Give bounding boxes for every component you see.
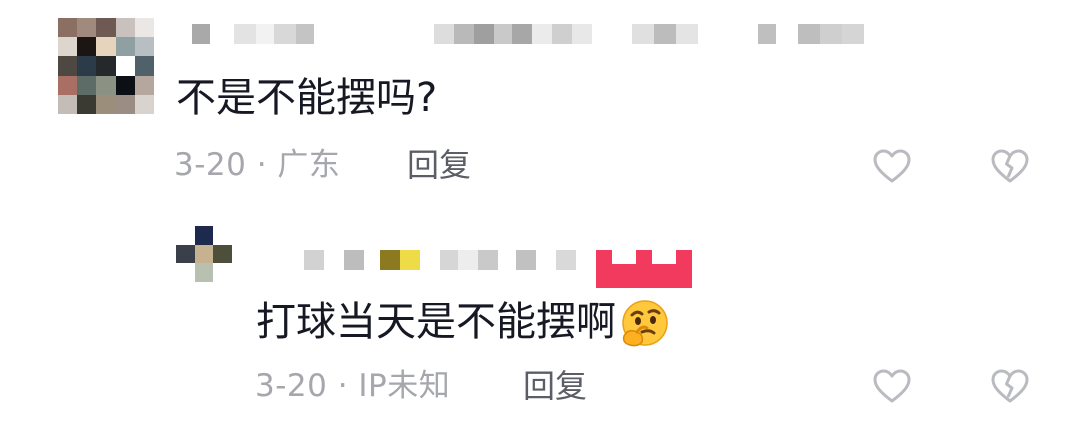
avatar-mosaic-cell — [134, 75, 154, 95]
username-mosaic-block — [434, 24, 454, 44]
avatar-mosaic-cell — [96, 56, 116, 76]
avatar-mosaic-cell — [58, 37, 78, 57]
avatar-mosaic-cell — [77, 75, 97, 95]
username-mosaic-block — [572, 24, 592, 44]
avatar-mosaic-cell — [194, 263, 214, 282]
username-mosaic-block — [210, 24, 234, 44]
reply-date-location: 3-20 · IP未知 — [255, 368, 451, 404]
avatar-mosaic-cell — [96, 75, 116, 95]
heart-outline-icon[interactable] — [872, 367, 912, 407]
username-mosaic-block — [820, 24, 842, 44]
username-mosaic-block — [494, 24, 512, 44]
username-mosaic-block — [536, 250, 556, 270]
username-mosaic-block — [632, 24, 654, 44]
username-mosaic-block — [344, 250, 364, 270]
avatar-mosaic-cell — [115, 75, 135, 95]
username-mosaic-block — [314, 24, 434, 44]
username-mosaic-block — [798, 24, 820, 44]
username-mosaic-block — [234, 24, 256, 44]
avatar-mosaic-cell — [213, 244, 232, 264]
username-mosaic-block — [324, 250, 344, 270]
avatar-mosaic-cell — [77, 18, 97, 38]
reply-to-reply-button[interactable]: 回复 — [523, 370, 587, 402]
avatar-mosaic-cell — [58, 56, 78, 76]
avatar-mosaic-cell — [134, 37, 154, 57]
avatar-mosaic-cell — [134, 18, 154, 38]
username-mosaic-block — [400, 250, 420, 270]
avatar-mosaic-cell — [77, 94, 97, 114]
avatar-mosaic-cell — [176, 244, 195, 264]
username-mosaic-block — [698, 24, 758, 44]
username-mosaic-block — [592, 24, 632, 44]
username-mosaic-block — [192, 24, 210, 44]
broken-heart-outline-icon[interactable] — [990, 367, 1030, 407]
username-mosaic-block — [842, 24, 864, 44]
username-mosaic-block — [532, 24, 552, 44]
username-mosaic-block — [516, 250, 536, 270]
reply-commenter-username-blurred[interactable] — [244, 250, 576, 270]
username-mosaic-block — [478, 250, 498, 270]
commenter-avatar[interactable] — [58, 18, 154, 114]
avatar-mosaic-cell — [176, 226, 195, 245]
username-mosaic-block — [512, 24, 532, 44]
username-mosaic-block — [654, 24, 676, 44]
username-mosaic-block — [676, 24, 698, 44]
username-mosaic-block — [244, 250, 304, 270]
reply-commenter-avatar[interactable] — [176, 226, 232, 282]
reply-button[interactable]: 回复 — [407, 149, 471, 181]
avatar-mosaic-cell — [115, 94, 135, 114]
avatar-mosaic-cell — [134, 56, 154, 76]
username-mosaic-block — [304, 250, 324, 270]
commenter-username-blurred[interactable] — [192, 24, 864, 44]
username-mosaic-block — [776, 24, 798, 44]
avatar-mosaic-cell — [176, 263, 195, 282]
username-mosaic-block — [556, 250, 576, 270]
username-mosaic-block — [498, 250, 516, 270]
avatar-mosaic-cell — [115, 37, 135, 57]
username-mosaic-block — [458, 250, 478, 270]
username-mosaic-block — [552, 24, 572, 44]
comment-date-location: 3-20 · 广东 — [174, 147, 341, 183]
username-mosaic-block — [274, 24, 296, 44]
thinking-face-emoji-icon — [622, 300, 668, 347]
username-mosaic-block — [364, 250, 380, 270]
avatar-mosaic-cell — [96, 37, 116, 57]
avatar-mosaic-cell — [77, 56, 97, 76]
avatar-mosaic-cell — [77, 37, 97, 57]
avatar-mosaic-cell — [58, 75, 78, 95]
avatar-mosaic-cell — [194, 244, 214, 264]
broken-heart-outline-icon[interactable] — [990, 147, 1030, 187]
avatar-mosaic-cell — [96, 94, 116, 114]
username-mosaic-block — [454, 24, 474, 44]
user-badge-icon — [596, 250, 692, 288]
username-mosaic-block — [420, 250, 440, 270]
username-mosaic-block — [256, 24, 274, 44]
reply-comment-text: 打球当天是不能摆啊 — [256, 298, 670, 350]
avatar-mosaic-cell — [115, 18, 135, 38]
username-mosaic-block — [758, 24, 776, 44]
avatar-mosaic-cell — [96, 18, 116, 38]
username-mosaic-block — [296, 24, 314, 44]
comment-text: 不是不能摆吗? — [176, 75, 438, 121]
username-mosaic-block — [440, 250, 458, 270]
heart-outline-icon[interactable] — [872, 147, 912, 187]
avatar-mosaic-cell — [58, 18, 78, 38]
avatar-mosaic-cell — [213, 226, 232, 245]
avatar-mosaic-cell — [58, 94, 78, 114]
reply-comment-body: 打球当天是不能摆啊 — [256, 299, 616, 345]
avatar-mosaic-cell — [213, 263, 232, 282]
avatar-mosaic-cell — [134, 94, 154, 114]
username-mosaic-block — [380, 250, 400, 270]
avatar-mosaic-cell — [194, 226, 214, 245]
username-mosaic-block — [474, 24, 494, 44]
avatar-mosaic-cell — [115, 56, 135, 76]
